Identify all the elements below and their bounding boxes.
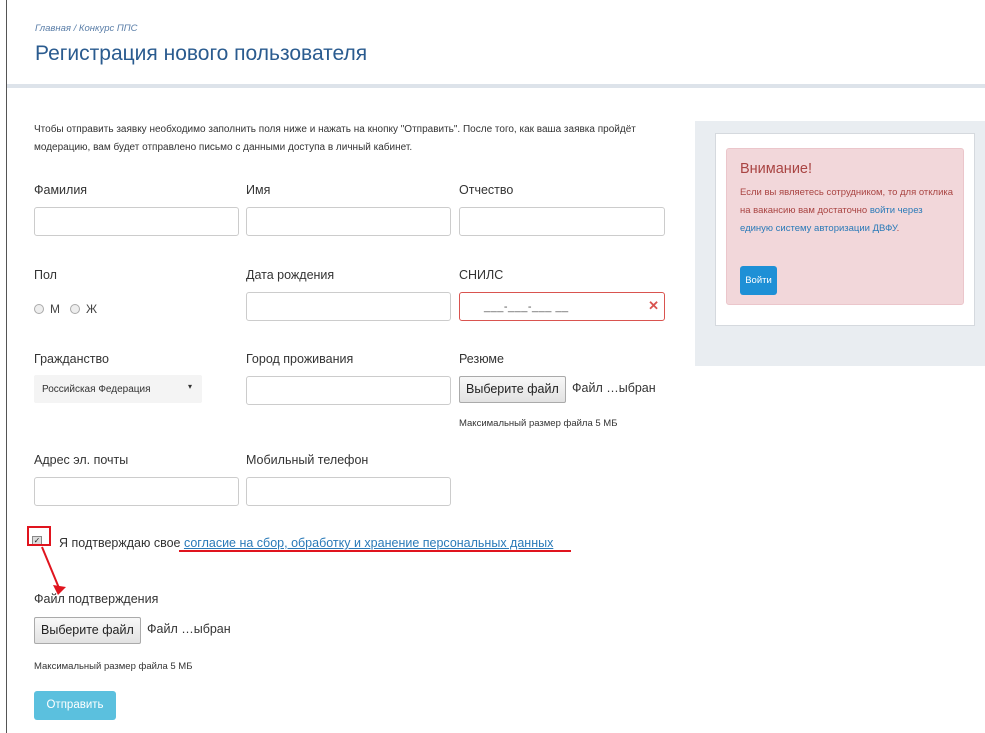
gender-label: Пол: [34, 268, 57, 282]
snils-label: СНИЛС: [459, 268, 504, 282]
main-content: Чтобы отправить заявку необходимо заполн…: [7, 88, 985, 733]
submit-button[interactable]: Отправить: [34, 691, 116, 720]
page-title: Регистрация нового пользователя: [35, 42, 368, 65]
birth-date-input[interactable]: [246, 292, 451, 321]
confirmation-file-button[interactable]: Выберите файл: [34, 617, 141, 644]
gender-radio-group: М Ж: [34, 302, 97, 316]
resume-file-status: Файл …ыбран: [572, 381, 656, 395]
warning-alert: Внимание! Если вы являетесь сотрудником,…: [726, 148, 964, 305]
last-name-input[interactable]: [34, 207, 239, 236]
resume-size-hint: Максимальный размер файла 5 МБ: [459, 418, 618, 429]
first-name-label: Имя: [246, 183, 271, 197]
caret-down-icon: ▾: [187, 382, 192, 391]
intro-text: Чтобы отправить заявку необходимо заполн…: [34, 124, 636, 153]
gender-f-label: Ж: [86, 302, 98, 316]
consent-text: Я подтверждаю свое согласие на сбор, обр…: [59, 536, 553, 550]
resume-label: Резюме: [459, 352, 504, 366]
alert-text: Если вы являетесь сотрудником, то для от…: [740, 184, 958, 238]
confirmation-file-label: Файл подтверждения: [34, 592, 159, 606]
gender-m-label: М: [50, 302, 60, 316]
citizenship-select[interactable]: Российская Федерация ▾: [34, 375, 202, 403]
breadcrumb[interactable]: Главная / Конкурс ППС: [35, 23, 138, 34]
city-label: Город проживания: [246, 352, 354, 366]
annotation-box: [27, 526, 51, 546]
birth-date-label: Дата рождения: [246, 268, 335, 282]
email-label: Адрес эл. почты: [34, 453, 129, 467]
error-x-icon: ✕: [648, 298, 659, 313]
annotation-arrow-icon: [41, 546, 66, 595]
phone-input[interactable]: [246, 477, 451, 506]
gender-f-radio[interactable]: [70, 304, 80, 314]
consent-link[interactable]: согласие на сбор, обработку и хранение п…: [184, 536, 553, 550]
confirmation-size-hint: Максимальный размер файла 5 МБ: [34, 661, 193, 672]
last-name-label: Фамилия: [34, 183, 88, 197]
login-button[interactable]: Войти: [740, 266, 777, 295]
annotation-underline: [179, 550, 571, 552]
resume-file-button[interactable]: Выберите файл: [459, 376, 566, 403]
gender-m-radio[interactable]: [34, 304, 44, 314]
patronymic-label: Отчество: [459, 183, 514, 197]
patronymic-input[interactable]: [459, 207, 665, 236]
alert-title: Внимание!: [740, 161, 813, 177]
citizenship-value: Российская Федерация: [42, 384, 151, 395]
first-name-input[interactable]: [246, 207, 451, 236]
email-input[interactable]: [34, 477, 239, 506]
snils-input[interactable]: ___-___-___ __ ✕: [459, 292, 665, 321]
sidebar: Внимание! Если вы являетесь сотрудником,…: [695, 121, 985, 366]
alert-text-end: .: [896, 223, 900, 234]
confirmation-file-status: Файл …ыбран: [147, 622, 231, 636]
citizenship-label: Гражданство: [34, 352, 109, 366]
phone-label: Мобильный телефон: [246, 453, 369, 467]
city-input[interactable]: [246, 376, 451, 405]
page-header: Главная / Конкурс ППС Регистрация нового…: [7, 0, 985, 84]
sidebar-card: Внимание! Если вы являетесь сотрудником,…: [715, 133, 975, 326]
snils-mask: ___-___-___ __: [484, 301, 569, 313]
